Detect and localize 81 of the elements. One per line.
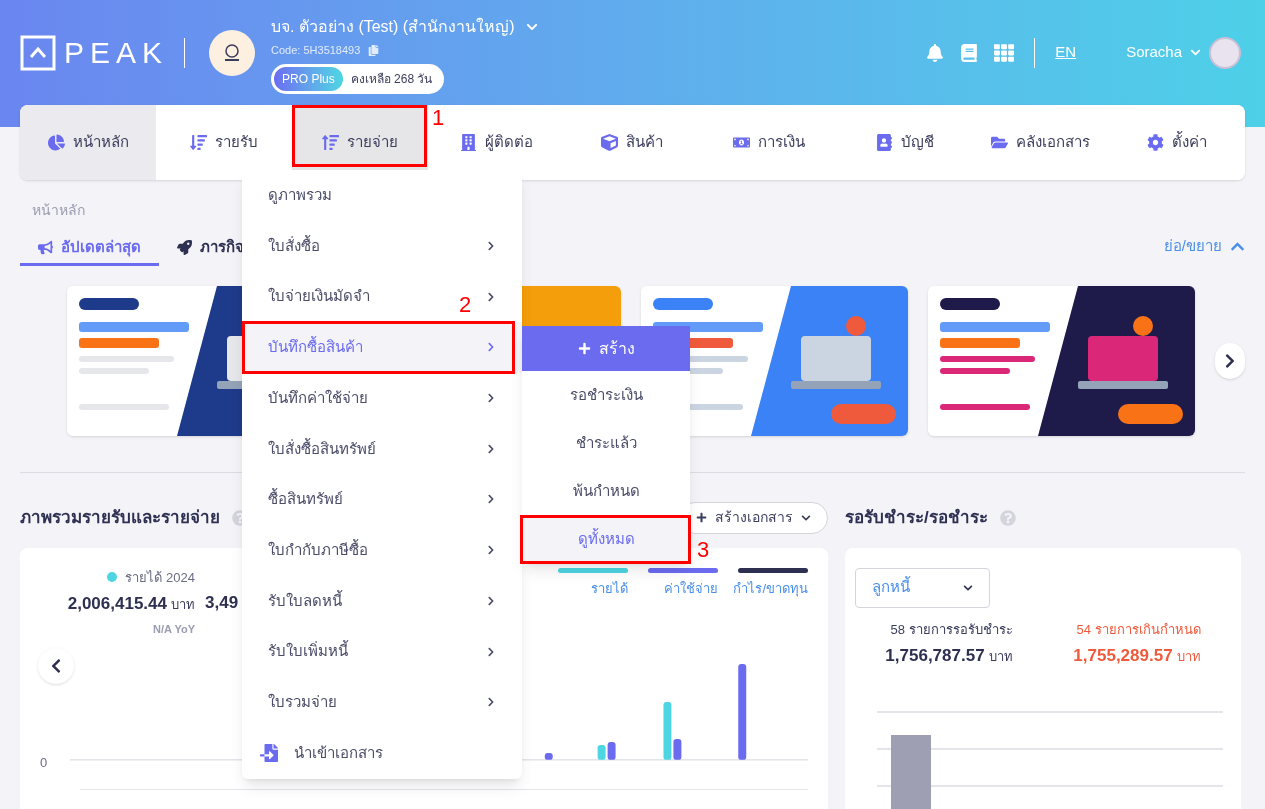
cube-icon [601, 134, 619, 151]
plus-icon [577, 342, 591, 355]
menu-item[interactable]: รับใบลดหนี้ [242, 575, 522, 627]
stat-value: 1,756,787.57 [885, 645, 985, 667]
chevron-right-icon [486, 595, 496, 606]
plus-icon [696, 512, 707, 523]
plan-name: PRO Plus [274, 66, 343, 91]
section-title: รอรับชำระ/รอชำระ [845, 506, 988, 529]
chart-bar [607, 741, 616, 760]
menu-item[interactable]: ใบรวมจ่าย [242, 676, 522, 728]
menu-item[interactable]: บันทึกค่าใช้จ่าย [242, 372, 522, 424]
bell-icon[interactable] [926, 43, 945, 62]
help-book-icon[interactable] [960, 43, 979, 62]
menu-item[interactable]: บันทึกซื้อสินค้า [242, 322, 522, 373]
chevron-right-icon [486, 241, 496, 252]
apps-grid-icon[interactable] [994, 42, 1015, 63]
step-number: 3 [697, 536, 710, 564]
create-button[interactable]: สร้าง [522, 326, 690, 371]
stat-value: 1,755,289.57 [1073, 645, 1173, 667]
folder-icon [991, 134, 1009, 151]
user-avatar[interactable] [1209, 36, 1241, 69]
nav-tab[interactable]: บัญชี [836, 105, 973, 180]
chevron-right-icon [486, 494, 496, 505]
copy-icon[interactable] [368, 45, 380, 56]
breadcrumb: หน้าหลัก [31, 201, 86, 220]
axis-label: 0 [40, 756, 49, 769]
yoy-label: N/A YoY [153, 621, 195, 637]
rocket-icon [177, 239, 192, 255]
pie-chart-icon [47, 134, 65, 151]
chevron-right-icon [486, 646, 496, 657]
stat-label: รายได้ 2024 [125, 568, 195, 587]
megaphone-icon [38, 239, 53, 255]
nav-tab[interactable]: การเงิน [700, 105, 837, 180]
menu-item[interactable]: ใบสั่งซื้อสินทรัพย์ [242, 423, 522, 475]
section-title: ภาพรวมรายรับและรายจ่าย [20, 506, 220, 529]
step-number: 1 [432, 104, 445, 132]
chevron-right-icon [486, 393, 496, 404]
submenu-item[interactable]: รอชำระเงิน [522, 371, 690, 419]
stat-unit: บาท [171, 596, 195, 614]
ledger-icon [875, 134, 893, 151]
chevron-right-icon [486, 443, 496, 454]
nav-tab[interactable]: สินค้า [564, 105, 701, 180]
chevron-down-icon [801, 512, 811, 523]
nav-tab[interactable]: รายรับ [156, 105, 293, 180]
chart-bar [544, 752, 553, 760]
company-code: Code: 5H3518493 [271, 43, 361, 59]
remaining-days: คงเหลือ 268 วัน [350, 69, 433, 88]
nav-tab[interactable]: หน้าหลัก [20, 105, 157, 180]
chevron-down-icon[interactable] [1190, 47, 1201, 58]
arrow-stack-icon [190, 134, 208, 151]
stat-caption: 54 รายการเกินกำหนด [1076, 620, 1201, 639]
logo-mark-icon [20, 34, 56, 71]
submenu-item[interactable]: ชำระแล้ว [522, 419, 690, 467]
settings-icon [1146, 134, 1164, 151]
update-tab[interactable]: อัปเดตล่าสุด [20, 236, 159, 266]
chevron-right-icon [486, 291, 496, 302]
nav-tab[interactable]: ตั้งค่า [1108, 105, 1245, 180]
chevron-down-icon [963, 582, 973, 593]
logo-text: PEAK [64, 37, 169, 68]
menu-item[interactable]: นำเข้าเอกสาร [242, 727, 522, 779]
import-icon [260, 743, 278, 762]
banknote-icon [732, 134, 750, 151]
chevron-right-icon [486, 545, 496, 556]
chevron-right-icon [486, 697, 496, 708]
previous-button[interactable] [38, 647, 74, 684]
chart-bar [597, 744, 606, 760]
stat-unit: บาท [1176, 648, 1201, 666]
stat-value: 3,49 [205, 591, 239, 614]
step-number: 2 [459, 291, 472, 319]
nav-tab[interactable]: คลังเอกสาร [972, 105, 1109, 180]
menu-item[interactable]: ซื้อสินทรัพย์ [242, 474, 522, 525]
stat-unit: บาท [988, 648, 1013, 666]
stat-value: 2,006,415.44 [67, 593, 167, 615]
next-button[interactable] [1215, 342, 1245, 379]
arrow-stack-icon [322, 134, 340, 151]
building-icon [459, 134, 477, 151]
stat-caption: 58 รายการรอรับชำระ [890, 620, 1013, 639]
menu-item[interactable]: ใบกำกับภาษีซื้อ [242, 524, 522, 576]
chevron-right-icon [486, 342, 496, 353]
menu-item[interactable]: รับใบเพิ่มหนี้ [242, 626, 522, 677]
help-icon[interactable] [999, 509, 1016, 526]
